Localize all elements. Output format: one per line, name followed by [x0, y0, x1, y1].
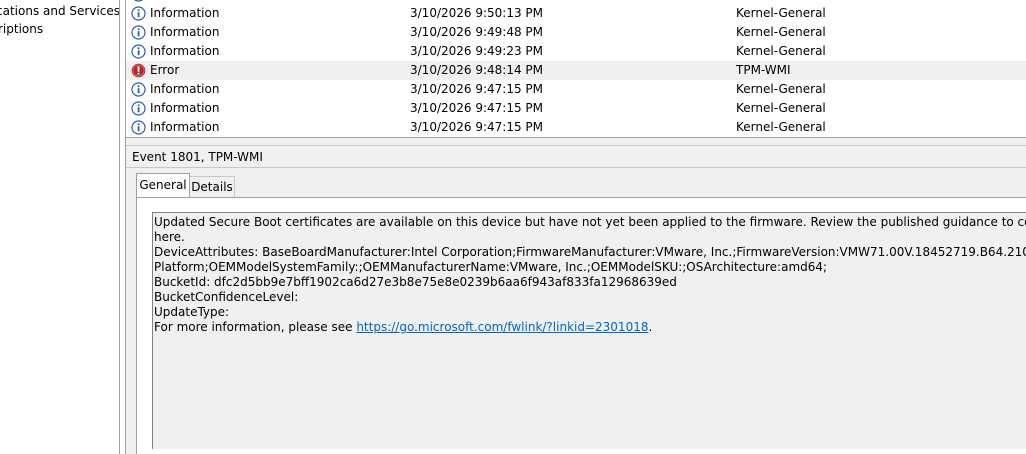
description-line: UpdateType:: [154, 305, 230, 319]
event-level: Error: [150, 63, 180, 77]
event-level: Information: [150, 6, 220, 20]
event-level: Information: [150, 120, 220, 134]
event-description-box[interactable]: Updated Secure Boot certificates are ava…: [152, 212, 1026, 449]
description-line: DeviceAttributes: BaseBoardManufacturer:…: [154, 245, 1026, 259]
event-date-time: 3/10/2026 9:47:15 PM: [410, 101, 544, 115]
description-line: BucketConfidenceLevel:: [154, 290, 299, 304]
information-icon: [131, 82, 146, 97]
event-row[interactable]: Information 3/10/2026 9:47:15 PM Kernel-…: [126, 118, 1026, 137]
event-level: Information: [150, 82, 220, 96]
event-date-time: 3/10/2026 9:48:14 PM: [410, 63, 544, 77]
event-row[interactable]: Information 3/10/2026 9:47:15 PM Kernel-…: [126, 99, 1026, 118]
event-details-pane: Event 1801, TPM-WMI General Details Upda…: [126, 142, 1026, 454]
event-level: Information: [150, 44, 220, 58]
event-source: Kernel-General: [736, 120, 826, 134]
error-icon: [131, 63, 146, 78]
information-icon: [131, 120, 146, 135]
event-viewer-main: Information 3/10/2026 9:50:13 PM Kernel-…: [126, 0, 1026, 454]
event-date-time: 3/10/2026 9:47:15 PM: [410, 82, 544, 96]
event-description-text: Updated Secure Boot certificates are ava…: [153, 215, 1026, 335]
description-line: Updated Secure Boot certificates are ava…: [154, 215, 1026, 229]
description-line: BucketId: dfc2d5bb9e7bff1902ca6d27e3b8e7…: [154, 275, 677, 289]
description-line: here.: [154, 230, 185, 244]
event-source: Kernel-General: [736, 101, 826, 115]
event-date-time: 3/10/2026 9:49:48 PM: [410, 25, 544, 39]
navigation-tree-pane: cations and Services Lo riptions: [0, 0, 119, 454]
event-source: Kernel-General: [736, 25, 826, 39]
event-list-border: [126, 137, 1026, 138]
information-icon: [134, 0, 143, 2]
event-date-time: 3/10/2026 9:49:23 PM: [410, 44, 544, 58]
event-level: Information: [150, 25, 220, 39]
information-icon: [131, 25, 146, 40]
event-row[interactable]: Information 3/10/2026 9:50:13 PM Kernel-…: [126, 4, 1026, 23]
tree-item-subscriptions[interactable]: riptions: [0, 21, 43, 37]
details-tab-strip: General Details: [136, 173, 1026, 198]
tree-item-applications-and-services-logs[interactable]: cations and Services Lo: [0, 3, 119, 19]
event-row-selected[interactable]: Error 3/10/2026 9:48:14 PM TPM-WMI: [126, 61, 1026, 80]
more-info-link[interactable]: https://go.microsoft.com/fwlink/?linkid=…: [356, 320, 648, 334]
event-row[interactable]: Information 3/10/2026 9:49:23 PM Kernel-…: [126, 42, 1026, 61]
event-source: Kernel-General: [736, 82, 826, 96]
event-source: Kernel-General: [736, 44, 826, 58]
information-icon: [131, 101, 146, 116]
event-date-time: 3/10/2026 9:47:15 PM: [410, 120, 544, 134]
description-line: Platform;OEMModelSystemFamily:;OEMManufa…: [154, 260, 828, 274]
more-info-suffix: .: [648, 320, 653, 334]
more-info-prefix: For more information, please see: [154, 320, 357, 334]
event-source: TPM-WMI: [736, 63, 791, 77]
tab-general[interactable]: General: [136, 173, 190, 197]
details-title: Event 1801, TPM-WMI: [132, 150, 263, 164]
event-date-time: 3/10/2026 9:50:13 PM: [410, 6, 544, 20]
information-icon: [131, 6, 146, 21]
tab-details[interactable]: Details: [189, 176, 235, 197]
information-icon: [131, 44, 146, 59]
event-list: Information 3/10/2026 9:50:13 PM Kernel-…: [126, 0, 1026, 137]
event-row[interactable]: Information 3/10/2026 9:47:15 PM Kernel-…: [126, 80, 1026, 99]
details-title-bar: Event 1801, TPM-WMI: [126, 145, 1026, 168]
event-row[interactable]: Information 3/10/2026 9:49:48 PM Kernel-…: [126, 23, 1026, 42]
event-level: Information: [150, 101, 220, 115]
general-tab-body: Updated Secure Boot certificates are ava…: [136, 197, 1026, 454]
event-source: Kernel-General: [736, 6, 826, 20]
description-line-more-info: For more information, please see https:/…: [154, 320, 1026, 335]
